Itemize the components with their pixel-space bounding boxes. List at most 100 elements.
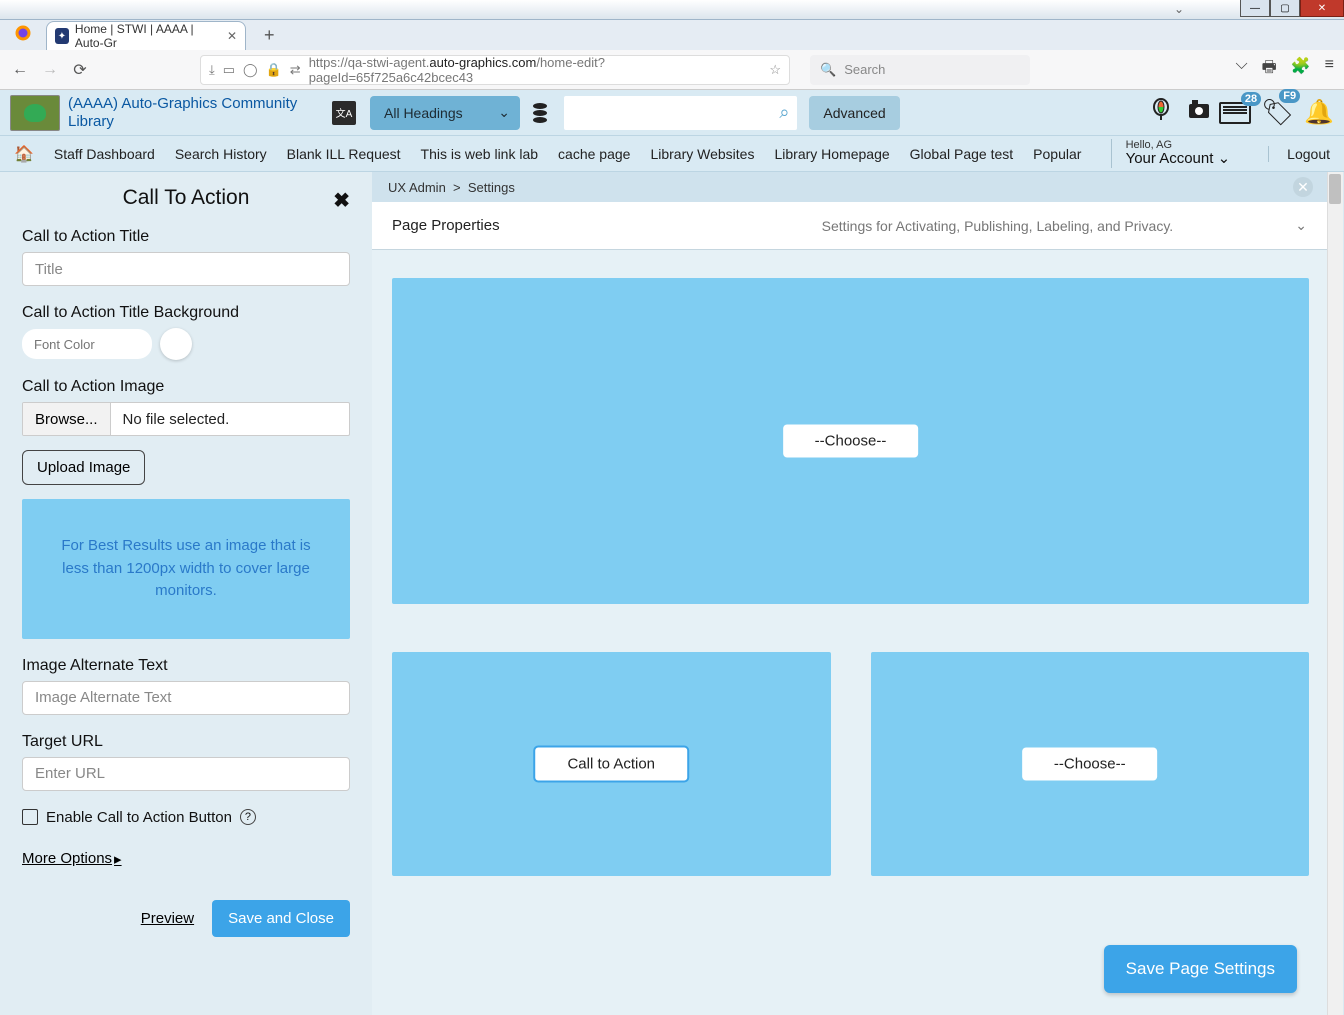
panel-close-icon[interactable]: ✖ <box>333 188 350 213</box>
permissions-icon[interactable]: ⇄ <box>290 62 301 78</box>
browser-tab[interactable]: ✦ Home | STWI | AAAA | Auto-Gr ✕ <box>46 21 246 50</box>
nav-library-homepage[interactable]: Library Homepage <box>774 146 889 162</box>
firefox-logo-icon[interactable] <box>14 24 32 42</box>
work-area: Call To Action ✖ Call to Action Title Ca… <box>0 172 1344 1015</box>
widget-chooser[interactable]: --Choose-- <box>1022 748 1158 781</box>
new-tab-button[interactable]: + <box>256 21 283 50</box>
favorites-icon[interactable]: 🏷 F9 <box>1261 97 1294 128</box>
scrollbar-track[interactable] <box>1327 172 1343 1015</box>
url-bar[interactable]: ⤓ ▭ ◯ 🔒 ⇄ https://qa-stwi-agent.auto-gra… <box>200 55 790 85</box>
font-color-input[interactable] <box>22 329 152 359</box>
browser-search-field[interactable]: 🔍 Search <box>810 55 1030 85</box>
app-header: (AAAA) Auto-Graphics Community Library 文… <box>0 90 1344 136</box>
tab-close-icon[interactable]: ✕ <box>227 29 237 43</box>
scrollbar-thumb[interactable] <box>1329 174 1341 204</box>
hamburger-menu-icon[interactable]: ≡ <box>1325 56 1334 83</box>
language-icon[interactable]: 文A <box>332 101 356 125</box>
search-filter-label: All Headings <box>384 105 463 121</box>
search-submit-icon[interactable]: ⌕ <box>779 102 789 123</box>
page-properties-title: Page Properties <box>392 217 500 234</box>
window-dropdown-icon[interactable]: ⌄ <box>1174 2 1184 16</box>
help-icon[interactable]: ? <box>240 809 256 825</box>
save-page-settings-button[interactable]: Save Page Settings <box>1104 945 1297 993</box>
alt-text-label: Image Alternate Text <box>22 657 350 675</box>
print-icon[interactable]: 🖶 <box>1262 56 1277 83</box>
chevron-down-icon: ⌄ <box>498 104 510 121</box>
browse-button[interactable]: Browse... <box>23 403 111 435</box>
color-swatch[interactable] <box>160 328 192 360</box>
preview-link[interactable]: Preview <box>141 910 194 927</box>
browser-tabbar: ✦ Home | STWI | AAAA | Auto-Gr ✕ + <box>0 20 1344 50</box>
alt-text-input[interactable] <box>22 681 350 715</box>
account-label: Your Account <box>1126 150 1214 167</box>
save-to-pocket-icon[interactable]: ⌵ <box>1235 56 1247 83</box>
extensions-icon[interactable]: 🧩 <box>1291 56 1311 83</box>
search-filter-dropdown[interactable]: All Headings ⌄ <box>370 96 520 130</box>
widget-slot-left[interactable]: Call to Action <box>392 652 831 876</box>
widget-slot-hero[interactable]: --Choose-- <box>392 278 1309 604</box>
file-input[interactable]: Browse... No file selected. <box>22 402 350 436</box>
library-name[interactable]: (AAAA) Auto-Graphics Community Library <box>68 95 318 131</box>
library-logo[interactable] <box>10 95 60 131</box>
expand-chevron-icon[interactable]: ⌄ <box>1295 217 1307 234</box>
nav-web-link-lab[interactable]: This is web link lab <box>421 146 539 162</box>
edit-panel: Call To Action ✖ Call to Action Title Ca… <box>0 172 372 1015</box>
page-properties-desc: Settings for Activating, Publishing, Lab… <box>622 218 1174 234</box>
logout-link[interactable]: Logout <box>1268 146 1330 162</box>
chevron-down-icon: ⌄ <box>1218 150 1231 167</box>
more-options-toggle[interactable]: More Options▸ <box>22 850 122 868</box>
nav-search-history[interactable]: Search History <box>175 146 267 162</box>
nav-staff-dashboard[interactable]: Staff Dashboard <box>54 146 155 162</box>
widget-chooser-cta[interactable]: Call to Action <box>534 747 688 782</box>
nav-back-button[interactable]: ← <box>10 61 30 79</box>
home-icon[interactable]: 🏠 <box>14 144 34 164</box>
caret-right-icon: ▸ <box>114 850 122 868</box>
search-placeholder: Search <box>844 62 885 77</box>
lock-icon[interactable]: 🔒 <box>266 62 282 78</box>
nav-cache-page[interactable]: cache page <box>558 146 630 162</box>
page-properties-bar[interactable]: Page Properties Settings for Activating,… <box>372 202 1327 250</box>
tab-title: Home | STWI | AAAA | Auto-Gr <box>75 22 217 50</box>
main-search-input[interactable]: ⌕ <box>564 96 797 130</box>
bookmark-star-icon[interactable]: ☆ <box>769 62 781 78</box>
target-url-input[interactable] <box>22 757 350 791</box>
database-icon[interactable] <box>528 103 552 123</box>
advanced-search-button[interactable]: Advanced <box>809 96 899 130</box>
browser-toolbar: ← → ⟳ ⤓ ▭ ◯ 🔒 ⇄ https://qa-stwi-agent.au… <box>0 50 1344 90</box>
save-and-close-button[interactable]: Save and Close <box>212 900 350 937</box>
widget-slot-right[interactable]: --Choose-- <box>871 652 1310 876</box>
balloon-icon[interactable] <box>1149 98 1173 127</box>
upload-image-button[interactable]: Upload Image <box>22 450 145 485</box>
panel-dismiss-icon[interactable]: ✕ <box>1293 177 1313 197</box>
nav-forward-button: → <box>40 61 60 79</box>
nav-global-page-test[interactable]: Global Page test <box>910 146 1014 162</box>
url-text: https://qa-stwi-agent.auto-graphics.com/… <box>309 55 762 85</box>
nav-reload-button[interactable]: ⟳ <box>70 60 90 80</box>
page-canvas: --Choose-- Call to Action --Choose-- Sav… <box>372 250 1327 1015</box>
account-dropdown[interactable]: Hello, AG Your Account ⌄ <box>1111 139 1231 168</box>
page-editor: UX Admin > Settings ✕ Page Properties Se… <box>372 172 1327 1015</box>
cta-title-input[interactable] <box>22 252 350 286</box>
window-minimize-button[interactable]: — <box>1240 0 1270 17</box>
window-maximize-button[interactable]: ▢ <box>1270 0 1300 17</box>
breadcrumb-ux-admin[interactable]: UX Admin <box>388 180 446 195</box>
breadcrumb-bar: UX Admin > Settings ✕ <box>372 172 1327 202</box>
window-close-button[interactable]: ✕ <box>1300 0 1344 17</box>
os-titlebar: ⌄ — ▢ ✕ <box>0 0 1344 20</box>
camera-icon[interactable] <box>1187 98 1211 127</box>
nav-blank-ill[interactable]: Blank ILL Request <box>287 146 401 162</box>
tab-favicon-icon: ✦ <box>55 28 69 44</box>
enable-cta-checkbox[interactable] <box>22 809 38 825</box>
nav-library-websites[interactable]: Library Websites <box>650 146 754 162</box>
breadcrumb-settings[interactable]: Settings <box>468 180 515 195</box>
news-badge: 28 <box>1241 92 1261 106</box>
news-icon-wrapper[interactable]: 28 <box>1219 102 1251 124</box>
shield-icon[interactable]: ◯ <box>243 62 258 78</box>
notifications-icon[interactable]: 🔔 <box>1304 98 1334 127</box>
cta-bg-label: Call to Action Title Background <box>22 304 350 322</box>
file-status: No file selected. <box>111 411 242 428</box>
nav-popular[interactable]: Popular <box>1033 146 1081 162</box>
pocket-icon[interactable]: ⤓ <box>209 62 215 78</box>
container-icon[interactable]: ▭ <box>223 62 235 78</box>
widget-chooser[interactable]: --Choose-- <box>783 425 919 458</box>
